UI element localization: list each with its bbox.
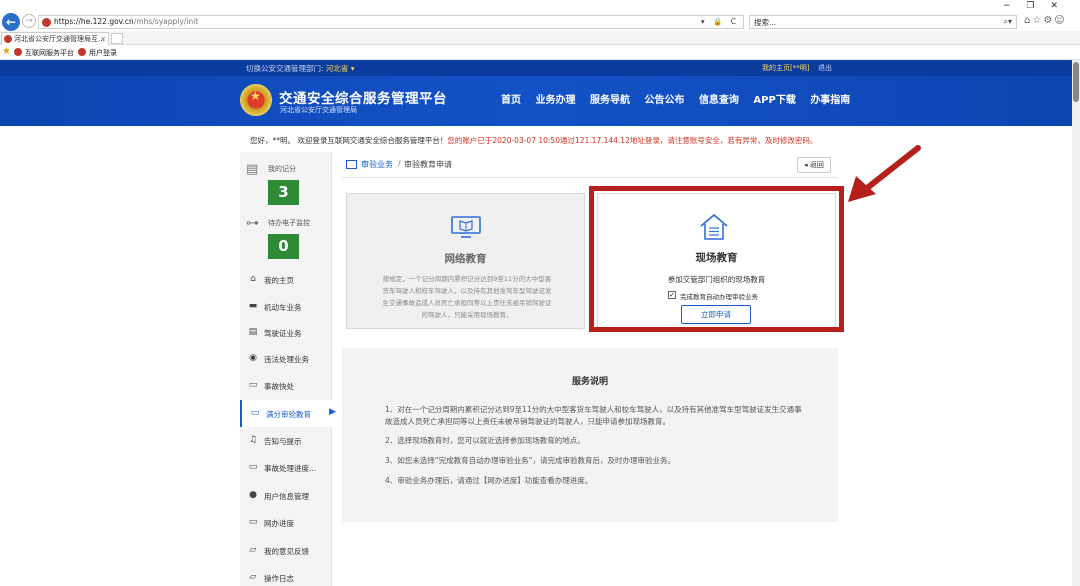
tab-bar: 河北省公安厅交通管理局互... ×: [0, 31, 1080, 45]
camera-icon: ◉: [249, 353, 257, 363]
favorite-link-user-login[interactable]: 用户登录: [78, 48, 117, 58]
service-item-2: 2、选择现场教育时，您可以就近选择参加现场教育的地点。: [385, 436, 585, 445]
annotation-highlight-box: [589, 186, 844, 332]
site-header: ★ 交通安全综合服务管理平台 河北省公安厅交通管理局 首页 业务办理 服务导航 …: [0, 76, 1072, 126]
favorites-star-icon[interactable]: ★: [2, 46, 11, 57]
sidebar-item-accident-progress[interactable]: ▭ 事故处理进度...: [240, 454, 332, 481]
browser-search-input[interactable]: 搜索... ⌕▾: [749, 15, 1017, 29]
breadcrumb-separator: /: [398, 159, 401, 168]
site-top-strip: 切换公安交通管理部门: 河北省 ▾ 我的主页[**明] 退出: [0, 60, 1072, 76]
greeting-text: 您好，**明。 欢迎登录互联网交通安全综合服务管理平台！: [250, 136, 448, 145]
site-favicon-icon: [42, 18, 51, 27]
bell-icon: ♫: [248, 435, 258, 445]
breadcrumb-section[interactable]: 审验业务: [361, 159, 393, 170]
sidebar-item-vehicle[interactable]: ▬ 机动车业务: [240, 293, 332, 320]
favicon-icon: [14, 48, 22, 56]
service-item-3: 3、如您未选择“完成教育自动办理审验业务”，请完成审验教育后，及时办理审验业务。: [385, 456, 676, 465]
back-button[interactable]: ◂ 返回: [797, 157, 831, 173]
nav-app-download[interactable]: APP下载: [753, 95, 795, 106]
nav-service-guide[interactable]: 服务导航: [590, 95, 630, 106]
forward-arrow-icon[interactable]: →: [22, 14, 36, 28]
address-bar[interactable]: https://he.122.gov.cn/mhs/syapply/init ▾…: [38, 15, 744, 29]
my-score-widget[interactable]: ▤ 我的记分 3: [240, 154, 332, 210]
sidebar-item-education[interactable]: ▭ 满分审验教育 ▶: [240, 400, 336, 427]
nav-home[interactable]: 首页: [501, 95, 521, 106]
sidebar-item-online-progress[interactable]: ▭ 网办进度: [240, 509, 332, 536]
monitor-book-icon: [451, 216, 481, 238]
breadcrumb-icon: [346, 160, 357, 169]
nav-announcements[interactable]: 公告公布: [644, 95, 684, 106]
sidebar-item-violation[interactable]: ◉ 违法处理业务: [240, 345, 332, 372]
favicon-icon: [78, 48, 86, 56]
nav-info-query[interactable]: 信息查询: [699, 95, 739, 106]
education-icon: ▭: [250, 408, 260, 418]
breadcrumb: 审验业务 / 审验教育申请: [342, 154, 838, 178]
page-scrollbar[interactable]: [1072, 60, 1080, 586]
browser-toolbar: ← → https://he.122.gov.cn/mhs/syapply/in…: [0, 0, 1080, 31]
score-value: 3: [268, 180, 299, 205]
car-icon: ▬: [248, 301, 258, 311]
scrollbar-thumb[interactable]: [1073, 62, 1079, 102]
camera-icon: ⊶: [246, 216, 259, 231]
security-alert-text: 您的账户已于2020-03-07 10:50通过121.17.144.12地址登…: [447, 136, 818, 145]
license-icon: ▤: [248, 327, 258, 337]
sidebar-item-home[interactable]: ⌂ 我的主页: [240, 266, 332, 293]
online-education-title: 网络教育: [444, 253, 487, 265]
log-icon: ▱: [249, 572, 257, 582]
progress-icon: ▭: [248, 462, 258, 472]
pending-monitor-widget[interactable]: ⊶ 待办电子监控 0: [240, 208, 332, 264]
logout-link[interactable]: 退出: [818, 63, 832, 73]
pending-value: 0: [268, 234, 299, 259]
score-label: 我的记分: [268, 165, 296, 173]
sidebar-item-user-info[interactable]: ● 用户信息管理: [240, 482, 332, 509]
caret-right-icon: ▶: [329, 407, 336, 417]
accident-icon: ▭: [248, 380, 258, 390]
annotation-arrow-icon: [848, 145, 921, 202]
my-home-link[interactable]: 我的主页[**明]: [762, 63, 809, 73]
address-controls[interactable]: ▾ 🔒 C: [701, 17, 739, 26]
search-icon[interactable]: ⌕▾: [1004, 17, 1013, 27]
site-subtitle: 河北省公安厅交通管理局: [280, 106, 357, 114]
breadcrumb-current: 审验教育申请: [404, 160, 452, 169]
score-card-icon: ▤: [246, 162, 259, 177]
province-selector: 河北省 ▾: [325, 64, 355, 73]
sidebar-item-accident[interactable]: ▭ 事故快处: [240, 372, 332, 399]
new-tab-button[interactable]: [111, 33, 123, 44]
sidebar-item-license[interactable]: ▤ 驾驶证业务: [240, 319, 332, 346]
sidebar-item-feedback[interactable]: ▱ 我的意见反馈: [240, 537, 332, 564]
favorite-link-service-platform[interactable]: 互联网服务平台: [14, 48, 74, 58]
back-arrow-icon[interactable]: ←: [2, 13, 20, 31]
nav-business[interactable]: 业务办理: [535, 95, 575, 106]
home-icon: ⌂: [250, 274, 256, 284]
nav-guide[interactable]: 办事指南: [810, 95, 850, 106]
login-notice: 您好，**明。 欢迎登录互联网交通安全综合服务管理平台！您的账户已于2020-0…: [250, 135, 817, 146]
tab-close-icon[interactable]: ×: [100, 33, 106, 45]
browser-tool-icons[interactable]: ⌂☆⚙☺: [1024, 15, 1080, 29]
service-item-1: 1、对在一个记分周期内累积记分达到9至11分的大中型客货车驾驶人和校车驾驶人，以…: [385, 405, 802, 426]
feedback-icon: ▱: [249, 545, 257, 555]
window-controls[interactable]: −❐✕: [1003, 1, 1074, 11]
favorites-bar: ★ 互联网服务平台 用户登录: [0, 45, 1080, 60]
address-url: https://he.122.gov.cn/mhs/syapply/init: [54, 17, 199, 26]
service-item-4: 4、审验业务办理后，请通过【网办进度】功能查看办理进度。: [385, 476, 593, 485]
site-title: 交通安全综合服务管理平台: [279, 91, 447, 107]
main-nav: 首页 业务办理 服务导航 公告公布 信息查询 APP下载 办事指南: [501, 91, 861, 106]
progress-icon: ▭: [248, 517, 258, 527]
service-description-panel: 服务说明 1、对在一个记分周期内累积记分达到9至11分的大中型客货车驾驶人和校车…: [342, 348, 838, 522]
sidebar-item-notify[interactable]: ♫ 告知与提示: [240, 427, 332, 454]
national-emblem-logo: ★: [240, 84, 272, 116]
browser-tab[interactable]: 河北省公安厅交通管理局互... ×: [1, 32, 109, 45]
service-title: 服务说明: [571, 377, 608, 387]
search-placeholder: 搜索...: [754, 18, 777, 27]
sidebar: ▤ 我的记分 3 ⊶ 待办电子监控 0 ⌂ 我的主页 ▬ 机动车业务 ▤ 驾驶证业务 …: [240, 152, 336, 586]
department-switch[interactable]: 切换公安交通管理部门: 河北省 ▾: [246, 63, 355, 74]
user-icon: ●: [249, 490, 257, 500]
online-education-card: 网络教育 按规定，一个记分周期内累积记分达到9至11分的大中型客货车驾驶人和校车…: [346, 193, 585, 329]
online-education-desc: 按规定，一个记分周期内累积记分达到9至11分的大中型客货车驾驶人和校车驾驶人，以…: [382, 275, 552, 319]
pending-label: 待办电子监控: [268, 219, 310, 227]
tab-favicon-icon: [4, 35, 12, 43]
sidebar-item-log[interactable]: ▱ 操作日志: [240, 564, 332, 586]
tab-title: 河北省公安厅交通管理局互...: [14, 35, 105, 43]
